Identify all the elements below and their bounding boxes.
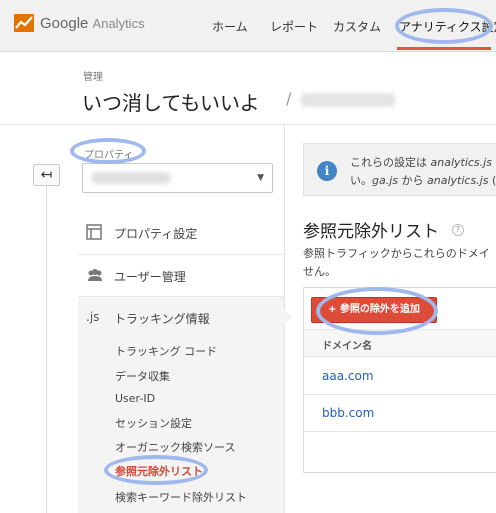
- title-separator: /: [286, 89, 292, 108]
- sidebar-item-label: ユーザー管理: [114, 270, 186, 284]
- section-description-line-1: 参照トラフィックからこれらのドメイ: [303, 247, 490, 260]
- sidebar-item-tracking-info[interactable]: .js トラッキング情報: [78, 296, 284, 513]
- column-header-domain[interactable]: ドメイン名: [322, 337, 372, 352]
- table-row: bbb.com: [304, 395, 496, 432]
- info-code: analytics.js: [430, 156, 492, 169]
- active-menu-arrow: [284, 309, 292, 325]
- domain-link[interactable]: aaa.com: [322, 369, 374, 383]
- nav-tab-custom[interactable]: カスタム: [333, 18, 381, 35]
- analytics-logo-icon: [14, 14, 34, 32]
- sub-item-user-id[interactable]: User-ID: [115, 392, 155, 405]
- chevron-down-icon: ▼: [257, 173, 264, 183]
- sub-item-session-settings[interactable]: セッション設定: [115, 415, 192, 431]
- js-icon: .js: [86, 310, 100, 324]
- sidebar-item-property-settings[interactable]: プロパティ設定: [78, 212, 284, 254]
- property-icon: [86, 224, 102, 240]
- nav-tab-admin[interactable]: アナリティクス設定: [399, 18, 496, 35]
- add-referral-exclusion-button[interactable]: + 参照の除外を追加: [311, 297, 437, 323]
- sub-item-data-collection[interactable]: データ収集: [115, 368, 170, 384]
- sidebar-item-user-management[interactable]: ユーザー管理: [78, 254, 284, 296]
- info-text: から: [398, 174, 428, 187]
- info-text: (: [488, 174, 496, 187]
- nav-tab-report[interactable]: レポート: [270, 18, 318, 35]
- info-text: い。: [350, 174, 372, 187]
- sidebar-item-label: トラッキング情報: [114, 312, 210, 326]
- blurred-property-name: [91, 172, 171, 184]
- sub-item-referral-exclusion-list[interactable]: 参照元除外リスト: [115, 463, 203, 479]
- info-icon: i: [317, 161, 337, 181]
- info-code: ga.js: [372, 174, 399, 187]
- section-title: 参照元除外リスト: [303, 222, 439, 242]
- info-code: analytics.js: [427, 174, 489, 187]
- users-icon: [88, 269, 102, 281]
- page-title: いつ消してもいいよ: [82, 93, 260, 115]
- table-header: ドメイン名: [304, 329, 496, 357]
- property-label: プロパティ: [84, 150, 134, 161]
- brand-logo-text[interactable]: Google Analytics: [40, 15, 145, 32]
- property-select[interactable]: ▼: [82, 163, 273, 193]
- domain-link[interactable]: bbb.com: [322, 406, 374, 420]
- back-button[interactable]: ↤: [33, 164, 60, 186]
- breadcrumb: 管理: [83, 72, 103, 83]
- tree-line: [46, 186, 47, 513]
- info-text: これらの設定は: [350, 156, 431, 169]
- brand-product: Analytics: [92, 16, 145, 31]
- nav-tab-home[interactable]: ホーム: [212, 18, 248, 35]
- help-icon[interactable]: ?: [452, 224, 464, 236]
- table-row: aaa.com: [304, 358, 496, 395]
- brand-name: Google: [40, 15, 89, 32]
- info-text-line-2: い。ga.js から analytics.js (: [350, 172, 496, 188]
- active-tab-indicator: [397, 47, 491, 50]
- section-description-line-2: せん。: [303, 265, 336, 278]
- sub-item-organic-search-sources[interactable]: オーガニック検索ソース: [115, 439, 235, 455]
- info-banner: i これらの設定は analytics.js い。ga.js から analyt…: [303, 143, 496, 196]
- sidebar-item-label: プロパティ設定: [114, 227, 198, 241]
- info-text-line-1: これらの設定は analytics.js: [350, 154, 492, 170]
- sub-item-tracking-code[interactable]: トラッキング コード: [115, 343, 217, 359]
- blurred-view-name: [300, 93, 396, 107]
- top-bar: Google Analytics ホーム レポート カスタム アナリティクス設定: [0, 0, 496, 52]
- sub-item-search-term-exclusion-list[interactable]: 検索キーワード除外リスト: [115, 489, 247, 505]
